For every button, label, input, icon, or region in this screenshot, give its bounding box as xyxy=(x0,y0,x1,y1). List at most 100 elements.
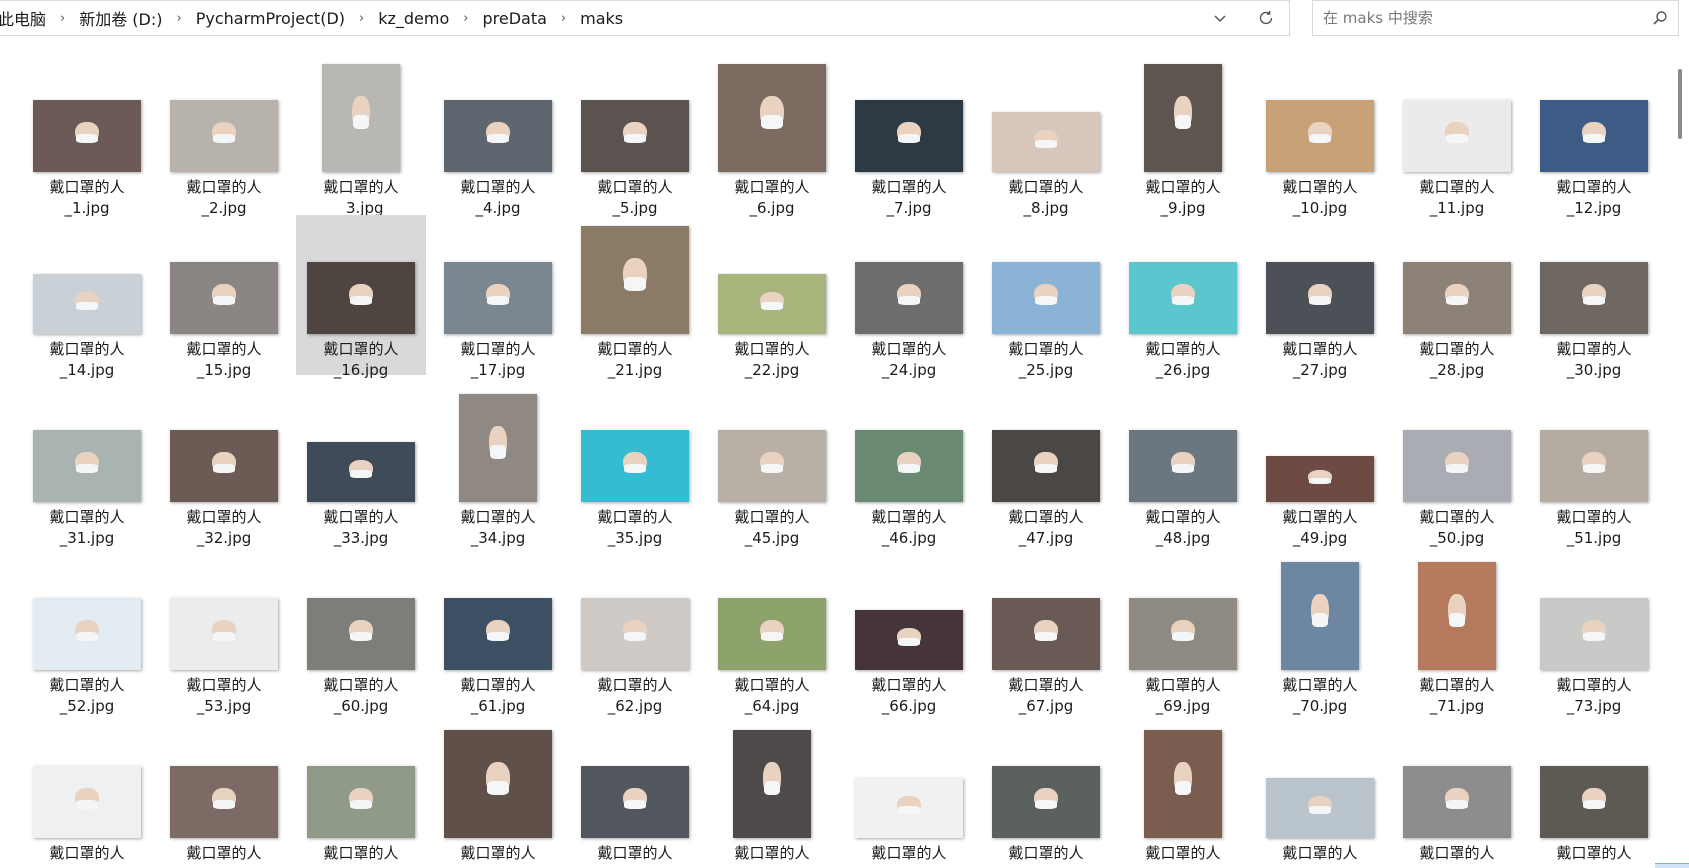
mask-shape xyxy=(213,295,235,306)
file-item[interactable]: 戴口罩的人 _34.jpg xyxy=(433,383,563,547)
file-item[interactable]: 戴口罩的人 _60.jpg xyxy=(296,551,426,715)
breadcrumb-item[interactable]: PycharmProject(D) xyxy=(190,9,351,28)
mask-shape xyxy=(764,780,780,795)
breadcrumb-chevron-icon[interactable]: › xyxy=(553,11,574,26)
breadcrumb-item[interactable]: maks xyxy=(574,9,629,28)
refresh-button[interactable] xyxy=(1243,1,1289,35)
file-item[interactable]: 戴口罩的人 _2.jpg xyxy=(159,53,289,217)
scrollbar-thumb[interactable] xyxy=(1678,69,1682,139)
file-item[interactable]: 戴口罩的人 _50.jpg xyxy=(1392,383,1522,547)
breadcrumb-item[interactable]: kz_demo xyxy=(372,9,455,28)
file-item[interactable]: 戴口罩的人 _10.jpg xyxy=(1255,53,1385,217)
file-item[interactable]: 戴口罩的人 _70.jpg xyxy=(1255,551,1385,715)
breadcrumb-chevron-icon[interactable]: › xyxy=(455,11,476,26)
file-name-line1: 戴口罩的人 xyxy=(1419,178,1495,196)
file-thumbnail xyxy=(718,274,826,334)
file-item[interactable]: 戴口罩的人 _28.jpg xyxy=(1392,215,1522,379)
breadcrumb-chevron-icon[interactable]: › xyxy=(351,11,372,26)
file-item[interactable]: 戴口罩的人 _3.jpg xyxy=(296,53,426,217)
file-item[interactable]: 戴口罩的人 _14.jpg xyxy=(22,215,152,379)
file-item[interactable]: 戴口罩的人 _53.jpg xyxy=(159,551,289,715)
file-item[interactable]: 戴口罩的人 xyxy=(1255,719,1385,868)
file-item[interactable]: 戴口罩的人 _47.jpg xyxy=(981,383,1111,547)
breadcrumb-chevron-icon[interactable]: › xyxy=(169,11,190,26)
address-bar[interactable]: 此电脑 › 新加卷 (D:) › PycharmProject(D) › kz_demo › p… xyxy=(0,0,1290,36)
file-item[interactable]: 戴口罩的人 _69.jpg xyxy=(1118,551,1248,715)
file-item[interactable]: 戴口罩的人 _32.jpg xyxy=(159,383,289,547)
file-item[interactable]: 戴口罩的人 _62.jpg xyxy=(570,551,700,715)
file-item[interactable]: 戴口罩的人 xyxy=(844,719,974,868)
file-item[interactable]: 戴口罩的人 xyxy=(433,719,563,868)
file-item[interactable]: 戴口罩的人 xyxy=(1118,719,1248,868)
file-item[interactable]: 戴口罩的人 _66.jpg xyxy=(844,551,974,715)
mask-shape xyxy=(213,631,235,642)
file-item[interactable]: 戴口罩的人 _67.jpg xyxy=(981,551,1111,715)
mask-shape xyxy=(898,806,920,814)
file-item[interactable]: 戴口罩的人 _46.jpg xyxy=(844,383,974,547)
file-item[interactable]: 戴口罩的人 _73.jpg xyxy=(1529,551,1659,715)
file-item[interactable]: 戴口罩的人 _31.jpg xyxy=(22,383,152,547)
history-dropdown-button[interactable] xyxy=(1197,1,1243,35)
file-item[interactable]: 戴口罩的人 _71.jpg xyxy=(1392,551,1522,715)
refresh-icon xyxy=(1259,10,1273,25)
file-item[interactable]: 戴口罩的人 xyxy=(22,719,152,868)
file-item[interactable]: 戴口罩的人 _16.jpg xyxy=(296,215,426,379)
file-item[interactable]: 戴口罩的人 _4.jpg xyxy=(433,53,563,217)
file-item[interactable]: 戴口罩的人 xyxy=(1529,719,1659,868)
file-item[interactable]: 戴口罩的人 _12.jpg xyxy=(1529,53,1659,217)
file-item[interactable]: 戴口罩的人 _24.jpg xyxy=(844,215,974,379)
breadcrumb-item[interactable]: preData xyxy=(476,9,552,28)
file-item[interactable]: 戴口罩的人 xyxy=(296,719,426,868)
file-item[interactable]: 戴口罩的人 _30.jpg xyxy=(1529,215,1659,379)
file-item[interactable]: 戴口罩的人 _1.jpg xyxy=(22,53,152,217)
search-button[interactable] xyxy=(1642,10,1678,26)
file-name-line2: _69.jpg xyxy=(1155,697,1211,715)
file-item[interactable]: 戴口罩的人 xyxy=(159,719,289,868)
file-name-line2: _53.jpg xyxy=(196,697,252,715)
search-box[interactable] xyxy=(1312,0,1679,36)
vertical-scrollbar[interactable] xyxy=(1671,37,1689,868)
file-item[interactable]: 戴口罩的人 _48.jpg xyxy=(1118,383,1248,547)
mask-shape xyxy=(1446,799,1468,810)
breadcrumb-item[interactable]: 新加卷 (D:) xyxy=(73,6,168,30)
file-item[interactable]: 戴口罩的人 _21.jpg xyxy=(570,215,700,379)
file-item[interactable]: 戴口罩的人 _26.jpg xyxy=(1118,215,1248,379)
file-item[interactable]: 戴口罩的人 _45.jpg xyxy=(707,383,837,547)
mask-shape xyxy=(1309,133,1331,144)
file-item[interactable]: 戴口罩的人 xyxy=(1392,719,1522,868)
breadcrumb-chevron-icon[interactable]: › xyxy=(52,11,73,26)
file-item[interactable]: 戴口罩的人 _27.jpg xyxy=(1255,215,1385,379)
file-item[interactable]: 戴口罩的人 _64.jpg xyxy=(707,551,837,715)
file-item[interactable]: 戴口罩的人 _52.jpg xyxy=(22,551,152,715)
file-item[interactable]: 戴口罩的人 _33.jpg xyxy=(296,383,426,547)
file-item[interactable]: 戴口罩的人 _9.jpg xyxy=(1118,53,1248,217)
file-thumbnail xyxy=(1281,562,1359,670)
file-item[interactable]: 戴口罩的人 _35.jpg xyxy=(570,383,700,547)
file-item[interactable]: 戴口罩的人 _22.jpg xyxy=(707,215,837,379)
file-name-line1: 戴口罩的人 xyxy=(1282,508,1358,526)
file-item[interactable]: 戴口罩的人 xyxy=(981,719,1111,868)
file-item[interactable]: 戴口罩的人 _17.jpg xyxy=(433,215,563,379)
file-item[interactable]: 戴口罩的人 _49.jpg xyxy=(1255,383,1385,547)
file-item[interactable]: 戴口罩的人 _6.jpg xyxy=(707,53,837,217)
file-item[interactable]: 戴口罩的人 _61.jpg xyxy=(433,551,563,715)
file-item[interactable]: 戴口罩的人 _25.jpg xyxy=(981,215,1111,379)
file-item[interactable]: 戴口罩的人 _51.jpg xyxy=(1529,383,1659,547)
mask-shape xyxy=(350,799,372,810)
file-name-line2: _48.jpg xyxy=(1155,529,1211,547)
file-thumbnail xyxy=(581,598,689,670)
file-item[interactable]: 戴口罩的人 xyxy=(707,719,837,868)
breadcrumb-item[interactable]: 此电脑 xyxy=(0,6,52,30)
file-item[interactable]: 戴口罩的人 _5.jpg xyxy=(570,53,700,217)
file-item[interactable]: 戴口罩的人 _15.jpg xyxy=(159,215,289,379)
file-item[interactable]: 戴口罩的人 _7.jpg xyxy=(844,53,974,217)
file-item[interactable]: 戴口罩的人 _11.jpg xyxy=(1392,53,1522,217)
mask-shape xyxy=(1172,631,1194,642)
mask-shape xyxy=(1583,133,1605,144)
search-input[interactable] xyxy=(1313,2,1642,34)
file-name-line1: 戴口罩的人 xyxy=(1008,676,1084,694)
file-item[interactable]: 戴口罩的人 _8.jpg xyxy=(981,53,1111,217)
file-name-line1: 戴口罩的人 xyxy=(734,340,810,358)
file-thumbnail xyxy=(33,598,141,670)
file-item[interactable]: 戴口罩的人 xyxy=(570,719,700,868)
